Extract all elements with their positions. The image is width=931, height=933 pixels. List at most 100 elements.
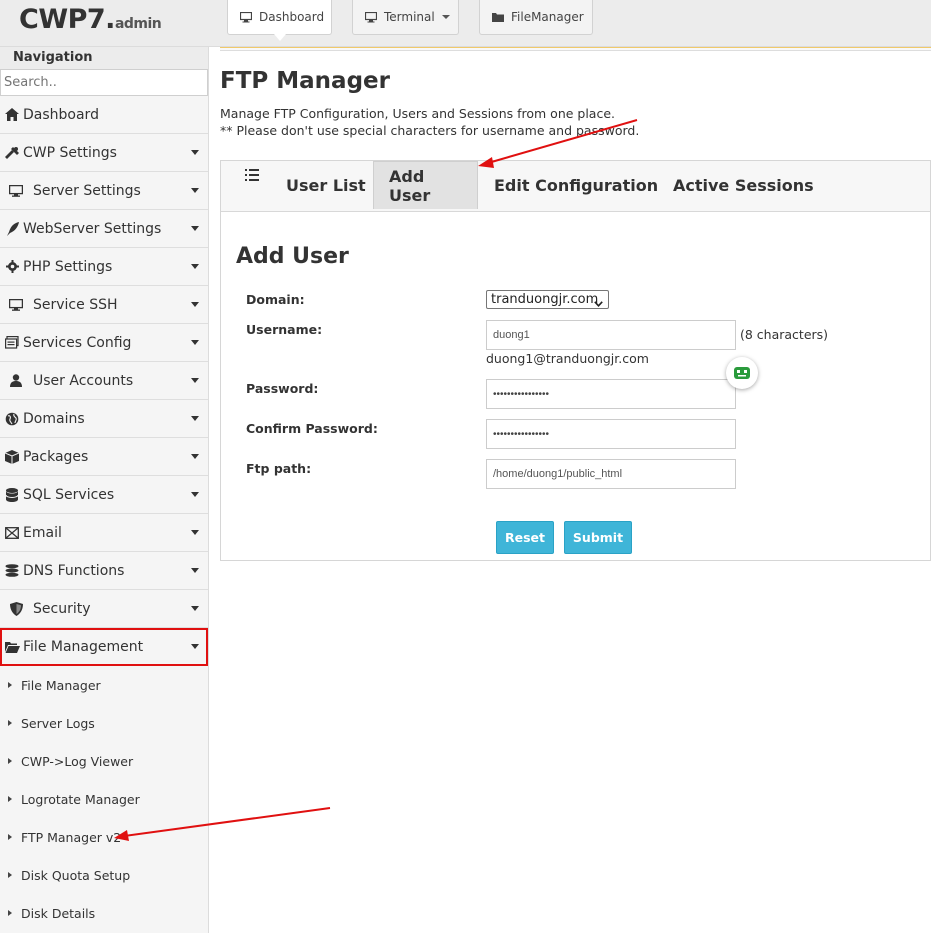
submenu-item-disk-quota-setup[interactable]: Disk Quota Setup [0, 856, 208, 894]
chevron-down-icon [191, 416, 199, 421]
email-preview: duong1@tranduongjr.com [486, 351, 649, 366]
search-input[interactable] [0, 69, 208, 96]
logo[interactable]: CWP7.admin [19, 4, 162, 35]
sidebar-item-label: Security [33, 600, 91, 617]
submenu-item-label: Logrotate Manager [21, 791, 140, 807]
ftp-path-input[interactable]: /home/duong1/public_html [486, 459, 736, 489]
sidebar-item-php-settings[interactable]: PHP Settings [0, 248, 208, 286]
tools-icon [4, 145, 20, 161]
tab-active-sessions[interactable]: Active Sessions [658, 161, 829, 209]
chevron-down-icon [191, 530, 199, 535]
chevron-down-icon [191, 644, 199, 649]
password-input[interactable]: •••••••••••••••• [486, 379, 736, 409]
sidebar-item-file-management[interactable]: File Management [0, 628, 208, 666]
submenu-item-logrotate-manager[interactable]: Logrotate Manager [0, 780, 208, 818]
monitor-icon [240, 11, 252, 23]
chevron-down-icon [191, 492, 199, 497]
sidebar-item-dns-functions[interactable]: DNS Functions [0, 552, 208, 590]
caret-right-icon [8, 720, 12, 726]
sidebar-item-cwp-settings[interactable]: CWP Settings [0, 134, 208, 172]
submenu-item-log-viewer[interactable]: CWP->Log Viewer [0, 742, 208, 780]
domain-select-value: tranduongjr.com [491, 292, 599, 307]
monitor-icon [365, 11, 377, 23]
ftp-path-label: Ftp path: [246, 461, 312, 476]
submenu-item-server-logs[interactable]: Server Logs [0, 704, 208, 742]
folder-open-icon [4, 639, 20, 655]
sidebar-item-label: DNS Functions [23, 562, 125, 579]
sidebar-item-label: WebServer Settings [23, 220, 162, 237]
sidebar-item-services-config[interactable]: Services Config [0, 324, 208, 362]
sidebar-item-label: PHP Settings [23, 258, 113, 275]
caret-right-icon [8, 872, 12, 878]
robot-icon[interactable] [726, 357, 758, 389]
top-divider [220, 47, 931, 51]
submit-button[interactable]: Submit [564, 521, 632, 554]
server-icon [8, 183, 24, 199]
warning-line: ** Please don't use special characters f… [220, 123, 640, 138]
shield-icon [8, 601, 24, 617]
sidebar-menu: Dashboard CWP Settings Server Settings W… [0, 96, 208, 666]
dashboard-button-label: Dashboard [259, 10, 325, 24]
sidebar-item-webserver-settings[interactable]: WebServer Settings [0, 210, 208, 248]
domain-label: Domain: [246, 292, 305, 307]
sidebar-item-sql-services[interactable]: SQL Services [0, 476, 208, 514]
ftp-path-value: /home/duong1/public_html [493, 468, 623, 480]
submenu-item-disk-details[interactable]: Disk Details [0, 894, 208, 932]
sidebar-item-label: Email [23, 524, 62, 541]
confirm-password-label: Confirm Password: [246, 421, 378, 436]
chevron-down-icon [594, 296, 603, 311]
sidebar-item-server-settings[interactable]: Server Settings [0, 172, 208, 210]
submenu-item-ftp-manager-v2[interactable]: FTP Manager v2 [0, 818, 208, 856]
sidebar-item-label: File Management [23, 638, 144, 655]
chevron-down-icon [441, 15, 450, 19]
confirm-password-input[interactable]: •••••••••••••••• [486, 419, 736, 449]
username-hint: (8 characters) [740, 327, 829, 342]
nav-title: Navigation [0, 47, 208, 69]
sidebar-item-user-accounts[interactable]: User Accounts [0, 362, 208, 400]
submenu-item-label: File Manager [21, 677, 101, 693]
sidebar-item-security[interactable]: Security [0, 590, 208, 628]
submenu-item-file-manager[interactable]: File Manager [0, 666, 208, 704]
username-input[interactable]: duong1 [486, 320, 736, 350]
sidebar-item-domains[interactable]: Domains [0, 400, 208, 438]
description-line: Manage FTP Configuration, Users and Sess… [220, 106, 616, 121]
tab-user-list[interactable]: User List [271, 161, 381, 209]
cubes-icon [4, 449, 20, 465]
sidebar-item-dashboard[interactable]: Dashboard [0, 96, 208, 134]
sidebar-item-label: User Accounts [33, 372, 134, 389]
sidebar-item-label: Dashboard [23, 106, 99, 123]
password-label: Password: [246, 381, 319, 396]
reset-button[interactable]: Reset [496, 521, 554, 554]
caret-right-icon [8, 834, 12, 840]
dns-icon [4, 563, 20, 579]
filemanager-button[interactable]: FileManager [479, 0, 593, 35]
filemanager-button-label: FileManager [511, 10, 584, 24]
list-icon[interactable] [245, 169, 259, 185]
submenu-item-label: Disk Details [21, 905, 96, 921]
sidebar-item-label: Domains [23, 410, 85, 427]
sidebar: Navigation Dashboard CWP Settings Server… [0, 47, 209, 933]
terminal-button-label: Terminal [384, 10, 435, 24]
tab-add-user[interactable]: Add User [373, 161, 478, 209]
caret-right-icon [8, 682, 12, 688]
tab-edit-configuration[interactable]: Edit Configuration [479, 161, 673, 209]
sidebar-item-label: Server Settings [33, 182, 141, 199]
domain-select[interactable]: tranduongjr.com [486, 290, 609, 309]
sidebar-item-label: Services Config [23, 334, 132, 351]
chevron-down-icon [191, 340, 199, 345]
gear-icon [4, 259, 20, 275]
chevron-down-icon [191, 378, 199, 383]
caret-right-icon [8, 758, 12, 764]
sidebar-item-label: Service SSH [33, 296, 118, 313]
stack-icon [4, 335, 20, 351]
envelope-icon [4, 525, 20, 541]
sidebar-item-email[interactable]: Email [0, 514, 208, 552]
sidebar-item-packages[interactable]: Packages [0, 438, 208, 476]
password-value: •••••••••••••••• [493, 388, 550, 400]
sidebar-item-service-ssh[interactable]: Service SSH [0, 286, 208, 324]
terminal-button[interactable]: Terminal [352, 0, 459, 35]
username-label: Username: [246, 322, 323, 337]
chevron-down-icon [191, 226, 199, 231]
top-bar: CWP7.admin Dashboard Terminal FileManage… [0, 0, 931, 47]
dashboard-button[interactable]: Dashboard [227, 0, 332, 41]
